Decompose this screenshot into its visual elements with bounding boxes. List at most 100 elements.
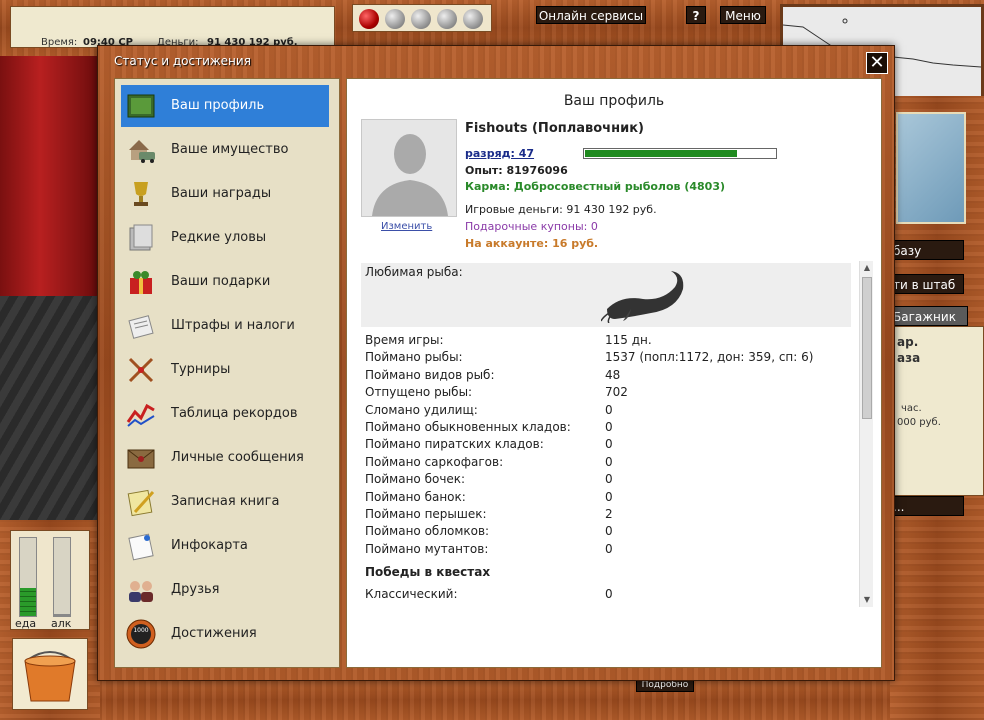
account-balance: На аккаунте: 16 руб. — [465, 237, 599, 250]
bucket-slot[interactable] — [12, 638, 88, 710]
nav-item-gifts[interactable]: Ваши подарки — [121, 261, 329, 303]
favorite-fish-label: Любимая рыба: — [365, 265, 463, 279]
rank-progress-bar — [583, 148, 777, 159]
stat-row: Время игры: 115 дн. — [365, 333, 855, 350]
stat-row: Поймано бочек: 0 — [365, 472, 855, 489]
stat-key: Время игры: — [365, 333, 444, 347]
stat-value: 0 — [605, 420, 613, 434]
car-house-icon — [129, 140, 155, 163]
more-button[interactable]: ... — [886, 496, 964, 516]
lure-slots[interactable] — [352, 4, 492, 32]
papers-icon — [128, 315, 154, 339]
close-button[interactable]: ✕ — [866, 52, 888, 74]
menu-button[interactable]: Меню — [720, 6, 766, 24]
stat-row: Отпущено рыбы: 702 — [365, 385, 855, 402]
stat-value: 0 — [605, 437, 613, 452]
help-button[interactable]: ? — [686, 6, 706, 24]
to-hq-button[interactable]: ти в штаб — [886, 274, 964, 294]
catfish-icon — [601, 271, 684, 323]
rank-link[interactable]: разряд: 47 — [465, 147, 534, 160]
nav-item-awards[interactable]: Ваши награды — [121, 173, 329, 215]
nav-item-records[interactable]: Таблица рекордов — [121, 393, 329, 435]
achievements-icon: 1000 — [126, 619, 156, 649]
stat-key: Отпущено рыбы: — [365, 385, 473, 400]
quest-value: 0 — [605, 605, 613, 607]
bucket-icon — [24, 651, 76, 702]
scene-view — [0, 56, 100, 526]
karma: Карма: Добросовестный рыболов (4803) — [465, 180, 726, 193]
stat-value: 1537 (попл:1172, дон: 359, сп: 6) — [605, 350, 814, 365]
infocard-icon — [128, 533, 154, 561]
stat-key: Поймано обломков: — [365, 524, 490, 539]
avatar-placeholder-icon — [372, 134, 448, 216]
nav-label: Редкие уловы — [171, 230, 267, 245]
stat-value: 0 — [605, 454, 613, 469]
map-thumbnail[interactable] — [896, 112, 966, 224]
lure-icon[interactable] — [385, 9, 405, 29]
stat-value: 0 — [605, 489, 613, 504]
lure-icon[interactable] — [437, 9, 457, 29]
scroll-down-icon[interactable]: ▼ — [860, 593, 874, 607]
quest-value: 0 — [605, 587, 613, 602]
scrollbar[interactable]: ▲ ▼ — [859, 261, 873, 607]
chart-line-icon — [126, 403, 155, 427]
to-base-button[interactable]: базу — [886, 240, 964, 260]
nav-label: Записная книга — [171, 494, 280, 509]
nav-item-property[interactable]: Ваше имущество — [121, 129, 329, 171]
stat-key: Поймано бочек: — [365, 472, 466, 487]
favorite-fish-row: Любимая рыба: — [361, 263, 851, 327]
quest-key: Наживки: — [365, 605, 426, 607]
scroll-up-icon[interactable]: ▲ — [860, 261, 874, 275]
status-panel: Время: 09:40 СР Деньги: 91 430 192 руб. — [10, 6, 335, 48]
gift-icon — [130, 271, 152, 294]
food-meter — [19, 537, 37, 617]
stat-value: 0 — [605, 524, 613, 539]
nav-item-tournaments[interactable]: Турниры — [121, 349, 329, 391]
quest-row: Классический: 0 — [365, 587, 855, 604]
nav-item-profile[interactable]: Ваш профиль — [121, 85, 329, 127]
nav-label: Личные сообщения — [171, 450, 304, 465]
experience: Опыт: 81976096 — [465, 164, 568, 177]
edit-avatar-link[interactable]: Изменить — [381, 221, 432, 232]
lure-icon[interactable] — [463, 9, 483, 29]
trophy-icon — [134, 182, 148, 206]
dialog-title-bar[interactable]: Статус и достижения ✕ — [98, 46, 894, 76]
nav-label: Ваши награды — [171, 186, 272, 201]
nav-label: Ваши подарки — [171, 274, 271, 289]
close-icon: ✕ — [869, 52, 885, 73]
friends-icon — [129, 581, 153, 602]
alcohol-label: алк — [51, 617, 72, 630]
stat-key: Поймано видов рыб: — [365, 367, 495, 382]
bottom-bar — [100, 680, 890, 720]
stat-row: Поймано рыбы: 1537 (попл:1172, дон: 359, … — [365, 350, 855, 367]
trunk-button[interactable]: Багажник — [886, 306, 968, 326]
nav-item-rare-catches[interactable]: Редкие уловы — [121, 217, 329, 259]
notebook-icon — [127, 489, 155, 517]
avatar — [361, 119, 457, 217]
nav-label: Ваш профиль — [171, 98, 265, 113]
stat-value: 2 — [605, 507, 613, 521]
lure-icon[interactable] — [411, 9, 431, 29]
food-label: еда — [15, 617, 37, 630]
stat-row: Сломано удилищ: 0 — [365, 403, 855, 420]
rank-progress-fill — [585, 150, 737, 157]
stat-key: Сломано удилищ: — [365, 402, 478, 417]
scroll-thumb[interactable] — [862, 277, 872, 419]
stat-row: Поймано мутантов: 0 — [365, 542, 855, 559]
online-services-button[interactable]: Онлайн сервисы — [536, 6, 646, 24]
stat-key: Поймано саркофагов: — [365, 454, 504, 469]
nav-item-infocard[interactable]: Инфокарта — [121, 525, 329, 567]
rare-catch-icon — [129, 224, 153, 251]
nav-item-notebook[interactable]: Записная книга — [121, 481, 329, 523]
food-alcohol-meters: еда алк — [10, 530, 90, 630]
nav-item-messages[interactable]: Личные сообщения — [121, 437, 329, 479]
panel-title: Ваш профиль — [563, 93, 665, 109]
lure-icon[interactable] — [359, 9, 379, 29]
nav-item-achievements[interactable]: 1000 Достижения — [121, 613, 329, 655]
nav-label: Таблица рекордов — [171, 406, 298, 421]
status-achievements-dialog: Статус и достижения ✕ Ваш профиль Ваше и… — [97, 45, 895, 681]
nav-item-fines-taxes[interactable]: Штрафы и налоги — [121, 305, 329, 347]
stat-value: 115 дн. — [605, 333, 652, 347]
stat-row: Поймано саркофагов: 0 — [365, 455, 855, 472]
nav-item-friends[interactable]: Друзья — [121, 569, 329, 611]
